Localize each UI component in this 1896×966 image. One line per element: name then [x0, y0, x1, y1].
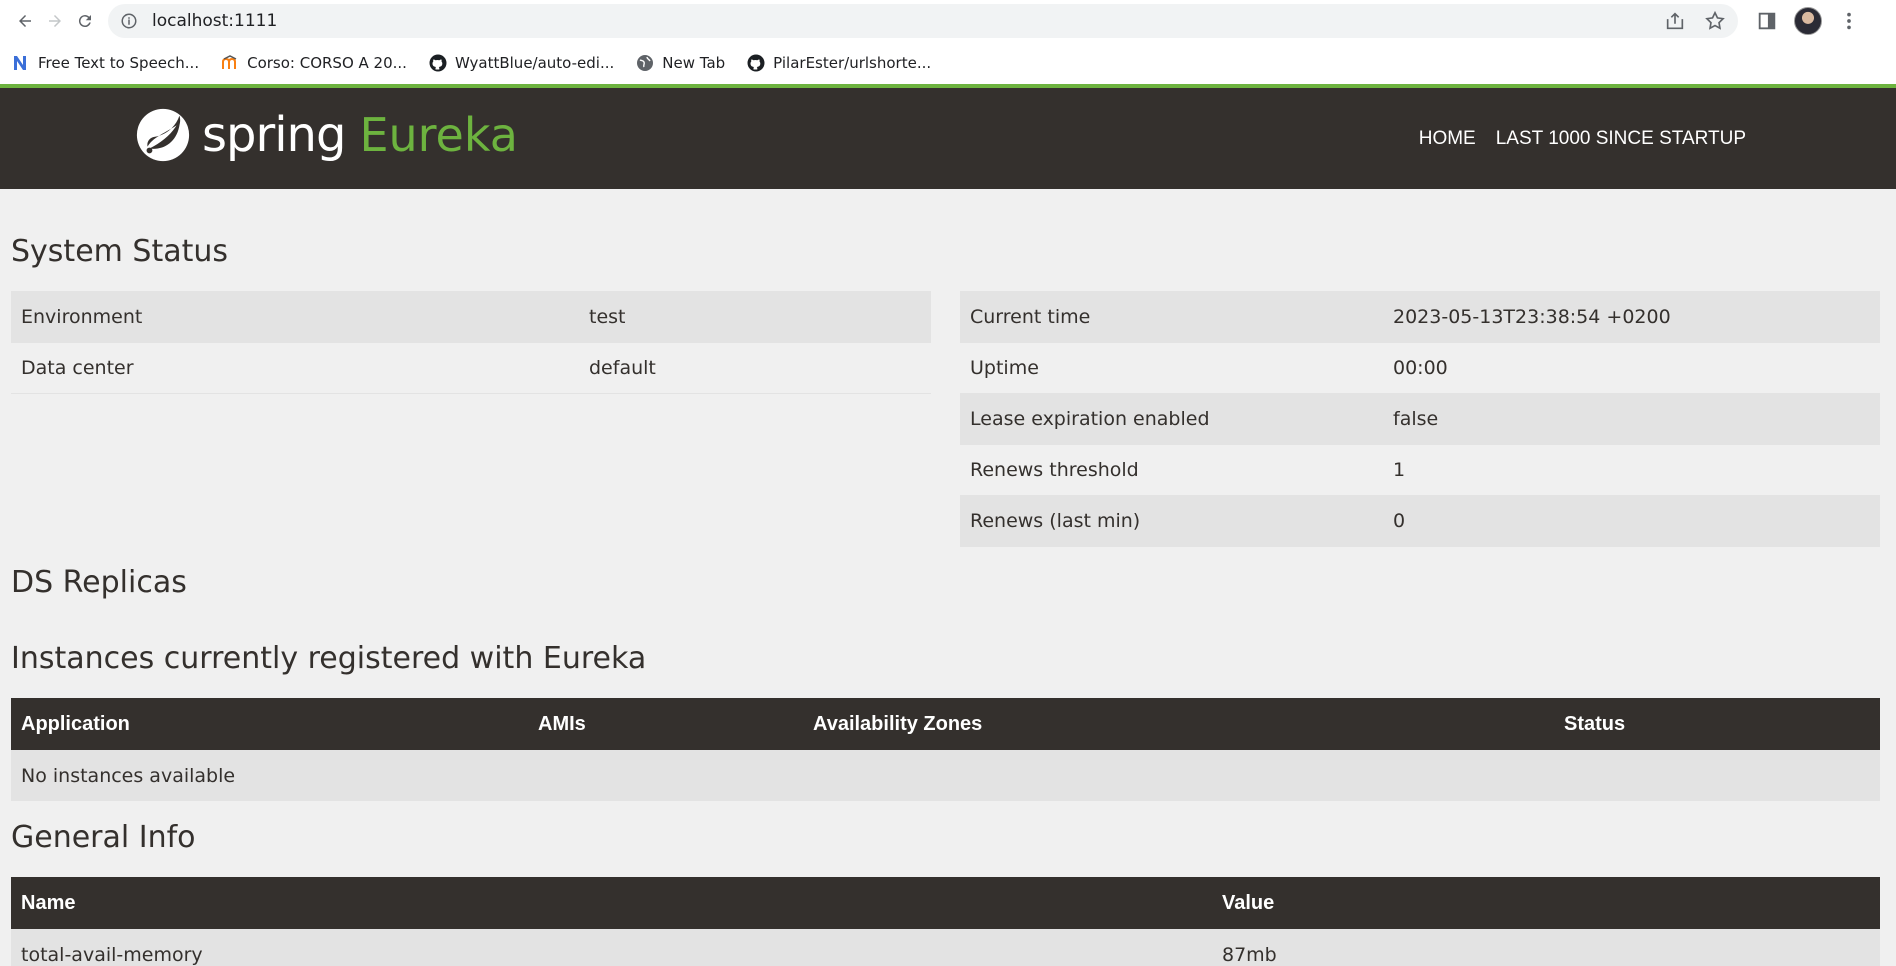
status-value: 2023-05-13T23:38:54 +0200 — [1383, 291, 1880, 343]
share-icon[interactable] — [1664, 10, 1686, 32]
status-key: Renews (last min) — [960, 495, 1383, 547]
forward-button[interactable] — [40, 6, 70, 36]
status-key: Uptime — [960, 342, 1383, 394]
moodle-icon — [221, 54, 239, 72]
bookmark-item[interactable]: PilarEster/urlshorte... — [747, 54, 931, 72]
bookmark-item[interactable]: Free Text to Speech... — [12, 54, 199, 72]
spring-leaf-icon — [136, 108, 190, 162]
profile-avatar[interactable] — [1794, 7, 1822, 35]
status-value: false — [1383, 393, 1880, 445]
status-key: Lease expiration enabled — [960, 393, 1383, 445]
table-row: Uptime 00:00 — [960, 342, 1880, 394]
info-name: total-avail-memory — [11, 929, 1212, 966]
status-value: 00:00 — [1383, 342, 1880, 394]
status-key: Data center — [11, 342, 579, 394]
ds-replicas-title: DS Replicas — [11, 565, 187, 600]
n-logo-icon — [12, 54, 30, 72]
github-icon — [429, 54, 447, 72]
arrow-right-icon — [49, 15, 61, 27]
arrow-left-icon — [19, 15, 31, 27]
side-panel-icon[interactable] — [1756, 10, 1778, 32]
table-row: Current time 2023-05-13T23:38:54 +0200 — [960, 291, 1880, 343]
instances-title: Instances currently registered with Eure… — [11, 641, 647, 676]
table-row: Data center default — [11, 342, 931, 394]
logo-eureka-text: Eureka — [359, 108, 518, 162]
github-icon — [747, 54, 765, 72]
bookmark-item[interactable]: WyattBlue/auto-edi... — [429, 54, 614, 72]
column-header: Name — [11, 877, 1212, 929]
bookmark-label: WyattBlue/auto-edi... — [454, 54, 615, 72]
globe-icon — [636, 54, 654, 72]
star-icon[interactable] — [1704, 10, 1726, 32]
empty-message: No instances available — [11, 750, 1880, 801]
column-header: Application — [11, 698, 528, 750]
general-info-table: Name Value total-avail-memory 87mb — [11, 877, 1880, 966]
info-value: 87mb — [1212, 929, 1880, 966]
browser-toolbar: localhost:1111 — [0, 0, 1896, 42]
column-header: AMIs — [528, 698, 803, 750]
bookmark-label: Corso: CORSO A 20... — [247, 54, 407, 72]
info-icon — [121, 13, 137, 29]
eureka-navbar: spring Eureka HOME LAST 1000 SINCE START… — [0, 88, 1896, 189]
nav-last-1000-link[interactable]: LAST 1000 SINCE STARTUP — [1496, 128, 1746, 150]
table-row: total-avail-memory 87mb — [11, 929, 1880, 966]
column-header: Availability Zones — [803, 698, 1554, 750]
spring-eureka-logo[interactable]: spring Eureka — [134, 106, 518, 164]
status-key: Current time — [960, 291, 1383, 343]
instances-table: Application AMIs Availability Zones Stat… — [11, 698, 1880, 801]
status-value: test — [579, 291, 931, 343]
table-row: Renews (last min) 0 — [960, 495, 1880, 547]
status-key: Environment — [11, 291, 579, 343]
bookmark-item[interactable]: Corso: CORSO A 20... — [221, 54, 407, 72]
bookmark-label: New Tab — [662, 54, 726, 72]
status-value: 1 — [1383, 444, 1880, 496]
address-bar[interactable]: localhost:1111 — [108, 4, 1738, 38]
table-row: No instances available — [11, 750, 1880, 801]
reload-button[interactable] — [70, 6, 100, 36]
bookmarks-bar: Free Text to Speech... Corso: CORSO A 20… — [0, 42, 1896, 84]
table-row: Renews threshold 1 — [960, 444, 1880, 496]
system-status-right-table: Current time 2023-05-13T23:38:54 +0200 U… — [960, 291, 1880, 547]
general-info-title: General Info — [11, 820, 196, 855]
column-header: Status — [1554, 698, 1880, 750]
status-key: Renews threshold — [960, 444, 1383, 496]
table-header-row: Application AMIs Availability Zones Stat… — [11, 698, 1880, 750]
system-status-title: System Status — [11, 234, 229, 269]
status-value: 0 — [1383, 495, 1880, 547]
system-status-left-table: Environment test Data center default — [11, 291, 931, 394]
nav-home-link[interactable]: HOME — [1419, 128, 1476, 150]
logo-spring-text: spring — [202, 107, 346, 163]
table-row: Lease expiration enabled false — [960, 393, 1880, 445]
column-header: Value — [1212, 877, 1880, 929]
table-header-row: Name Value — [11, 877, 1880, 929]
back-button[interactable] — [10, 6, 40, 36]
more-menu-icon[interactable] — [1838, 10, 1860, 32]
reload-icon — [78, 15, 91, 28]
bookmark-label: PilarEster/urlshorte... — [773, 54, 932, 72]
nav-links: HOME LAST 1000 SINCE STARTUP — [1419, 88, 1746, 189]
bookmark-item[interactable]: New Tab — [636, 54, 725, 72]
status-value: default — [579, 342, 931, 394]
table-row: Environment test — [11, 291, 931, 343]
bookmark-label: Free Text to Speech... — [38, 54, 200, 72]
url-text[interactable]: localhost:1111 — [152, 11, 1646, 31]
